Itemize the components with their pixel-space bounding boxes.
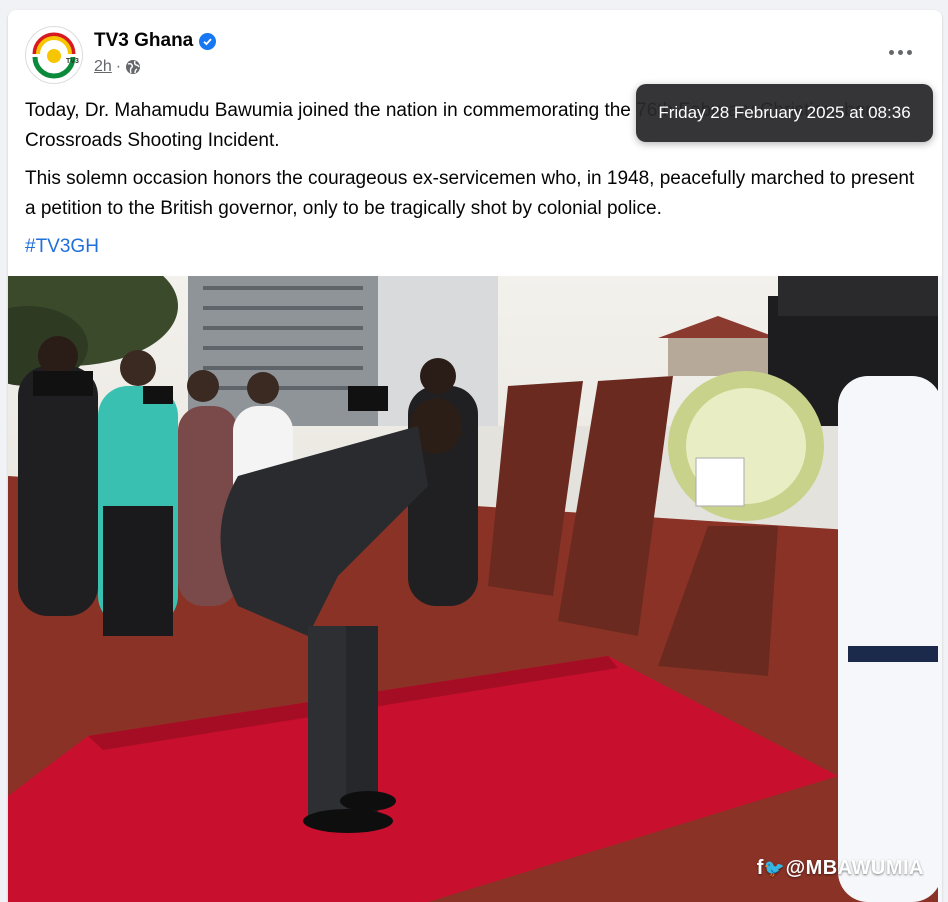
meta-separator: · (115, 58, 122, 75)
more-dot (897, 49, 903, 55)
post-header: TV3 TV3 Ghana 2h · (8, 10, 942, 90)
facebook-icon: f (756, 857, 764, 879)
page-avatar[interactable]: TV3 (25, 26, 83, 84)
page-name-link[interactable]: TV3 Ghana (94, 30, 217, 52)
post-card: TV3 TV3 Ghana 2h · Today, Dr. Mahamudu B… (8, 10, 942, 902)
more-dot (906, 49, 912, 55)
commemoration-photo (8, 276, 942, 902)
more-options-button[interactable] (882, 40, 918, 64)
hashtag-link[interactable]: #TV3GH (25, 236, 99, 257)
page-name-label[interactable]: TV3 Ghana (94, 30, 193, 52)
svg-text:TV3: TV3 (66, 58, 79, 65)
tooltip-text: Friday 28 February 2025 at 08:36 (658, 103, 911, 122)
photo-watermark: f🐦@MBAWUMIA (757, 857, 924, 880)
tv3-logo: TV3 (27, 28, 81, 82)
post-photo[interactable]: f🐦@MBAWUMIA (8, 276, 942, 902)
timestamp-tooltip: Friday 28 February 2025 at 08:36 (636, 84, 933, 142)
post-meta: 2h · (94, 58, 141, 76)
verified-badge-icon (199, 32, 217, 50)
post-timestamp-link[interactable]: 2h (94, 58, 112, 76)
post-paragraph-2: This solemn occasion honors the courageo… (25, 168, 915, 219)
globe-icon[interactable] (125, 59, 141, 75)
twitter-icon: 🐦 (763, 859, 786, 878)
watermark-handle: @MBAWUMIA (785, 857, 924, 879)
more-dot (888, 49, 894, 55)
